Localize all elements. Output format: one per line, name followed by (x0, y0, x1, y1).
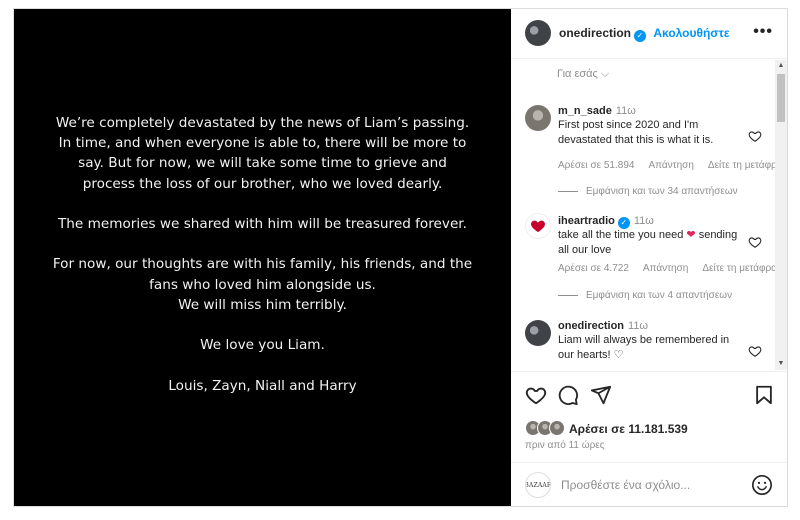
comment-likes[interactable]: Αρέσει σε 51.894 (558, 160, 634, 171)
statement-line: fans who loved him alongside us. (149, 276, 376, 293)
avatar[interactable] (525, 105, 551, 131)
statement-paragraph: We’re completely devastated by the news … (14, 113, 511, 194)
post-image[interactable]: We’re completely devastated by the news … (14, 9, 511, 506)
heart-outline-icon[interactable] (748, 344, 762, 358)
heart-icon[interactable] (525, 384, 547, 406)
comment-input[interactable] (561, 476, 741, 494)
comment-user: m_n_sade 11ω (558, 105, 636, 117)
reply-button[interactable]: Απάντηση (643, 263, 688, 274)
avatar[interactable] (525, 320, 551, 346)
more-horizontal-icon[interactable]: ••• (753, 23, 773, 41)
comment-text: Liam will always be remembered in our he… (558, 334, 730, 361)
statement-line: For now, our thoughts are with his famil… (52, 256, 473, 273)
likes-count[interactable]: Αρέσει σε 11.181.539 (569, 422, 688, 436)
comment-icon[interactable] (557, 384, 579, 406)
username-link[interactable]: m_n_sade (558, 105, 612, 117)
statement-line: We’re completely devastated by the news … (55, 115, 470, 131)
comment-time[interactable]: 11ω (634, 215, 654, 227)
comment-time[interactable]: 11ω (628, 320, 648, 332)
bookmark-icon[interactable] (753, 384, 775, 406)
statement-line: We love you Liam. (200, 337, 325, 354)
reply-button[interactable]: Απάντηση (648, 160, 693, 171)
username-link[interactable]: onedirection (559, 26, 631, 40)
statement-text: We’re completely devastated by the news … (14, 113, 511, 416)
statement-line: Louis, Zayn, Niall and Harry (168, 377, 357, 394)
red-heart-icon: ❤ (686, 229, 696, 241)
sort-dropdown[interactable]: Για εσάς ⌵ (557, 68, 609, 81)
emoji-icon[interactable] (751, 474, 773, 496)
comment-text: First post since 2020 and I'm devastated… (558, 119, 714, 146)
comment-meta: Αρέσει σε 51.894 Απάντηση Δείτε τη μετάφρα… (558, 160, 787, 171)
avatar[interactable] (525, 20, 551, 46)
view-replies-button[interactable]: Εμφάνιση και των 4 απαντήσεων (558, 290, 732, 301)
statement-line: We will miss him terribly. (178, 296, 347, 313)
statement-line: The memories we shared with him will be … (58, 216, 467, 232)
scroll-down-arrow-icon[interactable]: ▼ (775, 358, 787, 370)
statement-paragraph: The memories we shared with him will be … (14, 214, 511, 234)
verified-badge-icon: ✓ (634, 30, 647, 42)
statement-line: process the loss of our brother, who we … (82, 175, 443, 192)
post-actions: Αρέσει σε 11.181.539 πριν από 11 ώρες (511, 371, 787, 461)
iheart-logo-icon (531, 220, 545, 232)
heart-outline-icon[interactable] (748, 235, 762, 249)
statement-paragraph: We love you Liam. (14, 335, 511, 355)
username-link[interactable]: onedirection (558, 320, 624, 332)
comment-user: iheartradio ✓ 11ω (558, 215, 654, 229)
avatar (549, 420, 565, 436)
comment-text: take all the time you need ❤ sending all… (558, 229, 738, 256)
avatar[interactable] (525, 213, 551, 239)
statement-line: In time, and when everyone is able to, t… (58, 135, 467, 152)
statement-paragraph: For now, our thoughts are with his famil… (14, 254, 511, 315)
follow-button[interactable]: Ακολουθήστε (653, 26, 729, 40)
heart-outline-icon[interactable] (748, 129, 762, 143)
post-dialog: We’re completely devastated by the news … (13, 8, 788, 507)
share-icon[interactable] (590, 384, 612, 406)
view-replies-button[interactable]: Εμφάνιση και των 34 απαντήσεων (558, 186, 738, 197)
vertical-scrollbar[interactable]: ▲ ▼ (775, 60, 787, 370)
statement-signature: Louis, Zayn, Niall and Harry (14, 376, 511, 396)
comment-user: onedirection 11ω (558, 320, 648, 332)
username-link[interactable]: iheartradio (558, 215, 615, 227)
statement-line: say. But for now, we will take some time… (78, 155, 447, 172)
comment-time[interactable]: 11ω (616, 105, 636, 117)
scrollbar-thumb[interactable] (777, 74, 785, 122)
comments-list[interactable]: Για εσάς ⌵ m_n_sade 11ω First post since … (511, 60, 787, 370)
liked-by-avatars[interactable] (525, 420, 569, 436)
avatar[interactable]: BAZAAR (525, 472, 551, 498)
scroll-up-arrow-icon[interactable]: ▲ (775, 60, 787, 72)
comment-likes[interactable]: Αρέσει σε 4.722 (558, 263, 629, 274)
post-timestamp[interactable]: πριν από 11 ώρες (525, 440, 605, 451)
post-side-panel: onedirection ✓ Ακολουθήστε ••• Για εσάς ⌵… (511, 9, 787, 506)
header-user: onedirection ✓ Ακολουθήστε (559, 26, 730, 42)
comment-meta: Αρέσει σε 4.722 Απάντηση Δείτε τη μετάφρασ… (558, 263, 787, 274)
add-comment-bar: BAZAAR (511, 462, 787, 506)
post-header: onedirection ✓ Ακολουθήστε ••• (511, 9, 787, 59)
